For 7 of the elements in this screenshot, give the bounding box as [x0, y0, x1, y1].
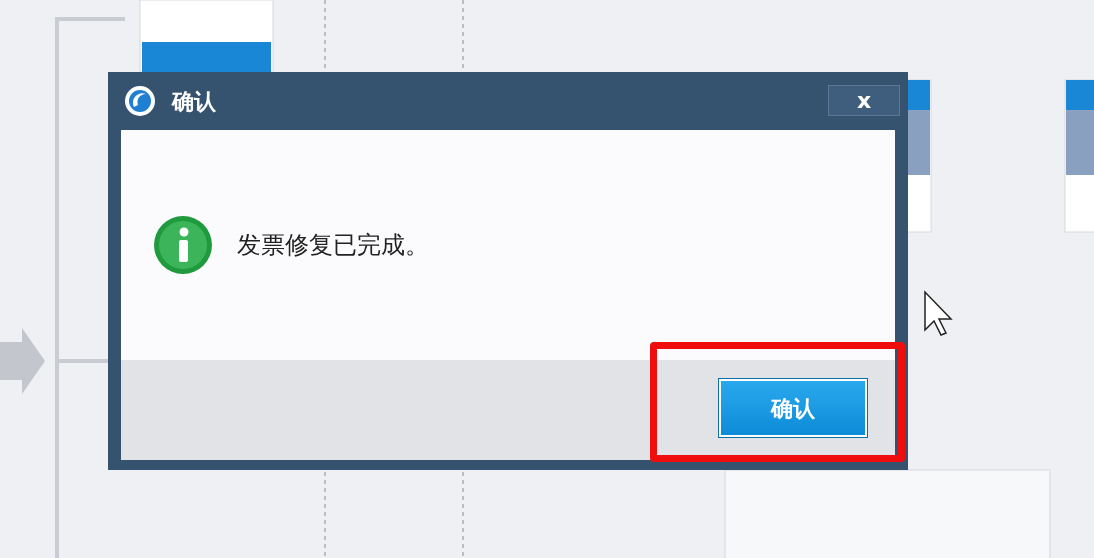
- dialog-title: 确认: [172, 87, 216, 116]
- message-text: 发票修复已完成。: [237, 230, 429, 261]
- app-logo-icon: [124, 85, 156, 117]
- arrow-icon: [0, 328, 45, 394]
- info-icon: [153, 215, 213, 275]
- mouse-cursor-icon: [924, 290, 953, 336]
- close-button[interactable]: x: [828, 85, 900, 116]
